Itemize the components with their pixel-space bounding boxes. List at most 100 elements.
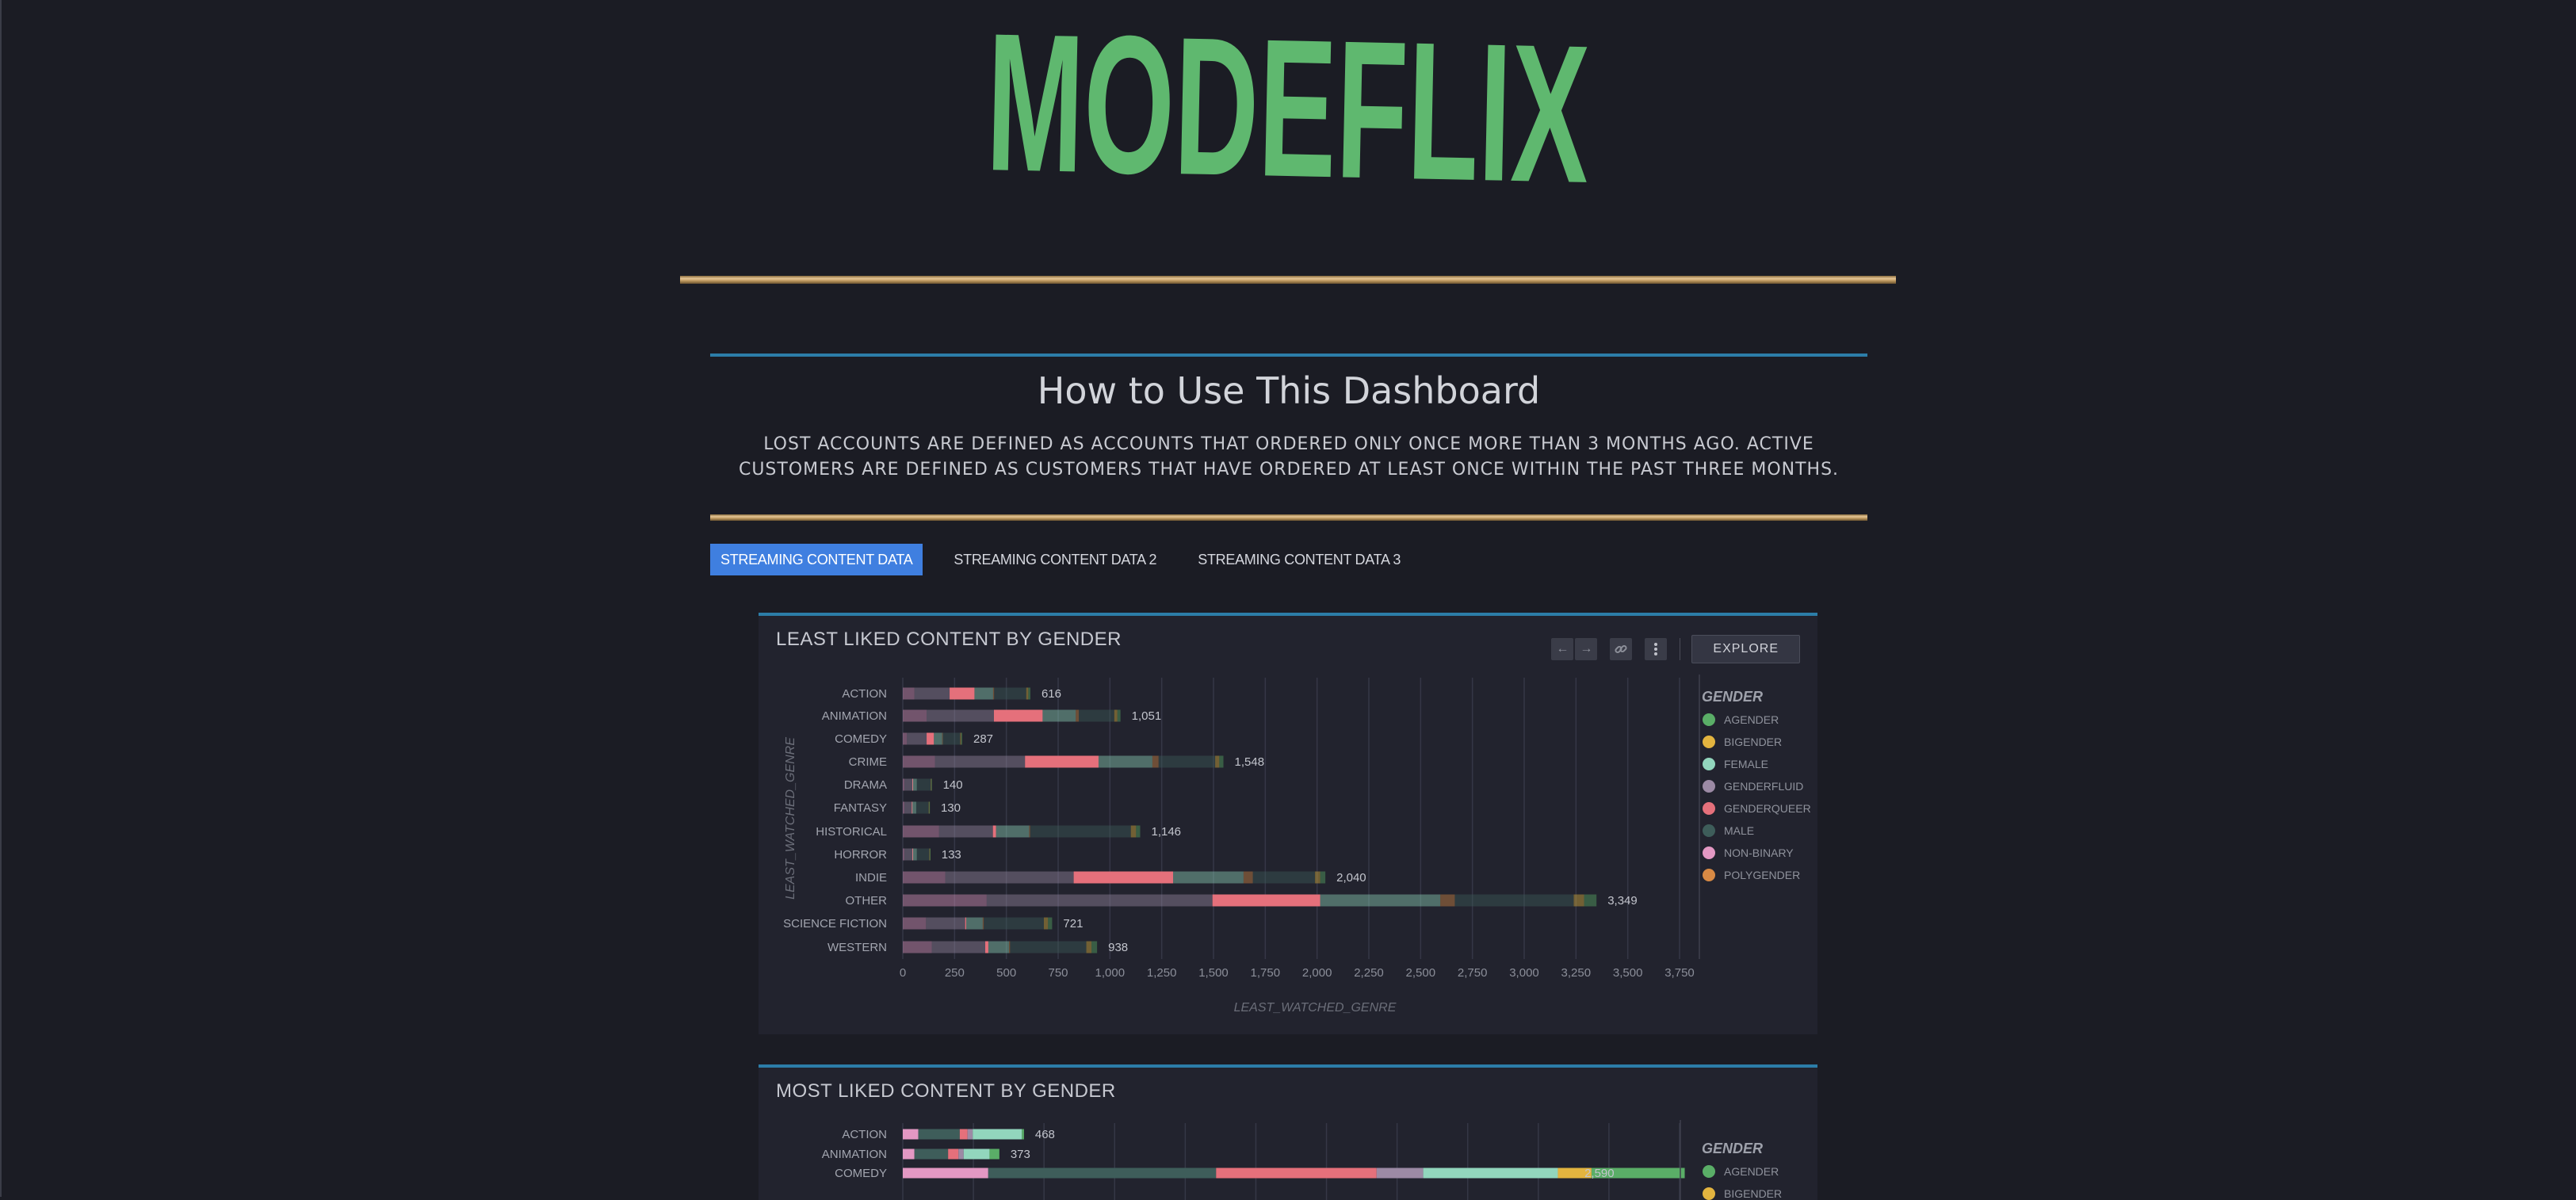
bar-segment-bigender	[1114, 709, 1118, 722]
bar-segment-genderfluid	[904, 801, 912, 814]
least-liked-panel: LEAST LIKED CONTENT BY GENDER ← → EXPLOR…	[759, 613, 1817, 1034]
bar-segment-female	[1423, 1168, 1558, 1179]
bar-segment-genderfluid	[958, 1148, 964, 1160]
bar-total-label: 287	[973, 732, 993, 746]
bar-segment-male	[916, 778, 931, 791]
x-tick-label: 3,250	[1561, 966, 1592, 980]
x-tick-label: 2,250	[1354, 966, 1384, 980]
bar-segment-male	[984, 917, 1044, 930]
bar-segment-male	[916, 848, 930, 861]
y-category-label: COMEDY	[835, 732, 887, 746]
bar-segment-female	[963, 1148, 990, 1160]
x-tick-label: 1,000	[1095, 966, 1126, 980]
x-tick-label: 750	[1048, 966, 1068, 980]
y-category-label: ANIMATION	[822, 1148, 887, 1161]
bar-total-label: 1,548	[1235, 755, 1265, 769]
bar-segment-genderqueer	[993, 709, 1043, 722]
bar-segment-female	[912, 778, 917, 791]
x-tick-label: 2,750	[1458, 966, 1488, 980]
x-tick-label: 0	[900, 966, 906, 980]
bar-segment-female	[1042, 709, 1076, 722]
y-category-label: ANIMATION	[822, 709, 887, 723]
tab-streaming-content-data-3[interactable]: STREAMING CONTENT DATA 3	[1187, 544, 1411, 575]
bar-segment-polygender	[982, 917, 984, 930]
bar-segment-non-binary	[903, 755, 935, 768]
legend-item: BIGENDER	[1724, 1187, 1782, 1200]
y-category-label: SCIENCE FICTION	[783, 917, 887, 931]
bar-segment-genderfluid	[938, 825, 993, 838]
bar-segment-agender	[931, 778, 932, 791]
bar-segment-non-binary	[903, 848, 905, 861]
intro-title: How to Use This Dashboard	[1037, 369, 1541, 412]
bar-segment-non-binary	[903, 894, 987, 907]
bar-segment-genderqueer	[985, 941, 988, 954]
bar-segment-polygender	[1152, 755, 1159, 768]
bar-segment-agender	[1091, 941, 1098, 954]
y-axis-title: LEAST_WATCHED_GENRE	[784, 737, 797, 900]
bar-segment-female	[996, 825, 1030, 838]
bar-segment-agender	[1219, 755, 1224, 768]
y-category-label: INDIE	[855, 871, 887, 885]
bar-segment-non-binary	[903, 709, 927, 722]
y-category-label: WESTERN	[827, 941, 887, 954]
bar-segment-genderqueer	[1216, 1168, 1377, 1179]
bar-segment-female	[974, 687, 993, 700]
legend-swatch-agender	[1703, 713, 1715, 726]
y-category-label: DRAMA	[844, 778, 887, 792]
x-tick-label: 2,500	[1406, 966, 1436, 980]
bar-segment-agender	[1136, 825, 1141, 838]
bar-segment-bigender	[1130, 825, 1137, 838]
bar-segment-genderqueer	[950, 687, 975, 700]
bar-total-label: 3,349	[1607, 894, 1638, 908]
bar-segment-male	[918, 1129, 960, 1140]
bar-segment-polygender	[1076, 709, 1080, 722]
bar-total-label: 2,040	[1336, 871, 1366, 885]
legend-item: FEMALE	[1724, 758, 1768, 770]
bar-segment-agender	[1584, 894, 1597, 907]
y-category-label: HORROR	[834, 848, 887, 862]
bar-segment-female	[934, 732, 942, 745]
bar-segment-genderfluid	[927, 709, 994, 722]
bar-segment-male	[1158, 755, 1216, 768]
bar-segment-female	[988, 941, 1010, 954]
dashboard-tabs: STREAMING CONTENT DATA STREAMING CONTENT…	[710, 544, 1431, 575]
bar-total-label: 616	[1041, 687, 1061, 701]
legend-item: AGENDER	[1724, 713, 1779, 726]
bar-segment-female	[1098, 755, 1152, 768]
bar-segment-genderfluid	[967, 1129, 973, 1140]
bar-segment-polygender	[1440, 894, 1455, 907]
bar-segment-agender	[1048, 917, 1053, 930]
bar-segment-bigender	[1315, 871, 1320, 884]
bar-segment-genderfluid	[934, 755, 1026, 768]
bar-segment-genderfluid	[931, 941, 986, 954]
bar-segment-male	[1030, 825, 1131, 838]
tab-streaming-content-data[interactable]: STREAMING CONTENT DATA	[710, 544, 923, 575]
brand-wordmark: MODEFLIX	[984, 0, 1592, 224]
bar-segment-bigender	[1086, 941, 1092, 954]
legend-item: AGENDER	[1724, 1165, 1779, 1178]
bar-total-label: 373	[1011, 1148, 1030, 1161]
bar-segment-female	[1320, 894, 1441, 907]
bar-segment-genderfluid	[904, 848, 913, 861]
bar-segment-genderfluid	[986, 894, 1213, 907]
legend-item: BIGENDER	[1724, 736, 1782, 748]
x-tick-label: 1,500	[1198, 966, 1229, 980]
x-tick-label: 2,000	[1302, 966, 1332, 980]
bar-segment-genderfluid	[904, 778, 913, 791]
bar-segment-polygender	[992, 687, 995, 700]
legend-swatch-bigender	[1703, 1187, 1715, 1200]
legend-swatch-polygender	[1703, 869, 1715, 881]
least-liked-chart: 0 250 500 750 1,000 1,250 1,500 1,750 2,000 2,250…	[783, 675, 1811, 1015]
most-liked-chart: ACTION 468 ANIMATION 373 COMEDY 2,590 GENDER AG…	[822, 1120, 1782, 1200]
x-tick-label: 3,000	[1509, 966, 1539, 980]
tab-streaming-content-data-2[interactable]: STREAMING CONTENT DATA 2	[943, 544, 1167, 575]
y-category-label: OTHER	[846, 894, 888, 908]
bar-segment-male	[1252, 871, 1316, 884]
bar-segment-non-binary	[903, 778, 905, 791]
bar-segment-female	[965, 917, 983, 930]
bar-segment-bigender	[1026, 687, 1029, 700]
bar-segment-genderfluid	[914, 687, 950, 700]
bar-segment-genderqueer	[965, 917, 966, 930]
legend-swatch-female	[1703, 758, 1715, 770]
bar-segment-genderqueer	[1212, 894, 1320, 907]
